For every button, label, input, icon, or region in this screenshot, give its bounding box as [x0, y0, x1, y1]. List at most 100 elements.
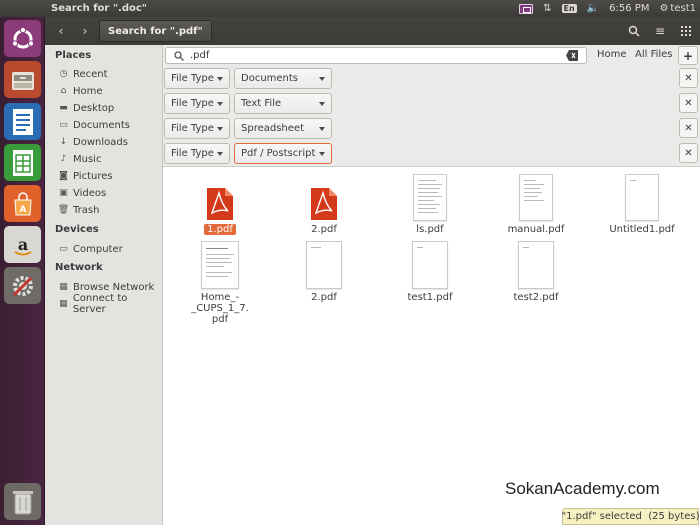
file-item[interactable]: test2.pdf: [490, 241, 582, 303]
trash-icon: 🗑: [57, 205, 70, 215]
file-name: 2.pdf: [311, 224, 337, 235]
sidebar-item-trash[interactable]: 🗑 Trash: [57, 202, 100, 218]
criteria-type-label: File Type: [171, 148, 214, 159]
launcher-writer[interactable]: [4, 103, 41, 140]
file-name: 2.pdf: [311, 292, 337, 303]
search-path-button[interactable]: Search for ".pdf": [99, 20, 212, 42]
pdf-thumbnail: [201, 241, 239, 289]
messaging-indicator-icon[interactable]: [519, 3, 534, 14]
file-item[interactable]: test1.pdf: [384, 241, 476, 303]
file-item[interactable]: 1.pdf: [174, 187, 266, 235]
criteria-type-select[interactable]: File Type: [164, 68, 230, 89]
back-button[interactable]: ‹: [51, 21, 71, 41]
document-icon: ▭: [59, 120, 68, 130]
file-item[interactable]: 2.pdf: [278, 187, 370, 235]
remove-criteria-button[interactable]: ✕: [679, 68, 698, 88]
sidebar-item-label: Recent: [73, 68, 108, 80]
search-button[interactable]: [622, 21, 646, 41]
keyboard-layout-indicator[interactable]: En: [561, 4, 577, 13]
pdf-thumbnail: [413, 174, 447, 221]
film-icon: ▣: [59, 188, 68, 198]
window-title: Search for ".doc": [51, 3, 148, 14]
header-bar: ‹ › Search for ".pdf" ≡: [45, 17, 700, 45]
file-item[interactable]: ls.pdf: [384, 174, 476, 235]
indicator-tray: ⇅ En 🔈 6:56 PM ⚙ test1: [509, 3, 696, 14]
search-input[interactable]: .pdf: [165, 47, 587, 64]
main-view: .pdf Home All Files + File Type Document…: [163, 45, 700, 525]
file-name: ls.pdf: [416, 224, 444, 235]
chevron-left-icon: ‹: [58, 24, 64, 38]
add-criteria-button[interactable]: +: [678, 46, 698, 65]
clear-search-icon[interactable]: [566, 50, 578, 61]
sidebar-item-computer[interactable]: ▭ Computer: [58, 241, 122, 257]
scope-all-files-button[interactable]: All Files: [635, 49, 673, 60]
criteria-value-select[interactable]: Documents: [234, 68, 332, 89]
clock[interactable]: 6:56 PM: [609, 3, 649, 14]
close-icon: ✕: [684, 147, 693, 159]
network-heading: Network: [55, 262, 103, 273]
session-gear-icon[interactable]: ⚙: [659, 3, 668, 14]
file-item[interactable]: Home_-_CUPS_1_7. pdf: [174, 241, 266, 325]
volume-icon[interactable]: 🔈: [587, 3, 599, 14]
launcher-calc[interactable]: [4, 144, 41, 181]
sidebar-item-downloads[interactable]: ↓ Downloads: [58, 134, 128, 150]
shopping-bag-icon: A: [13, 191, 32, 215]
search-query: .pdf: [190, 50, 210, 61]
criteria-value-label: Text File: [241, 98, 282, 109]
status-bar: "1.pdf" selected (25 bytes): [562, 508, 699, 525]
scope-home-button[interactable]: Home: [597, 49, 627, 60]
launcher-trash[interactable]: [4, 483, 41, 520]
list-view-button[interactable]: ≡: [648, 21, 672, 41]
launcher-software-center[interactable]: A: [4, 185, 41, 222]
launcher-system-settings[interactable]: [4, 267, 41, 304]
search-icon: [628, 25, 640, 37]
folder-icon: ▬: [59, 103, 68, 113]
sidebar-item-documents[interactable]: ▭ Documents: [58, 117, 130, 133]
dash-home-button[interactable]: [4, 20, 41, 57]
criteria-value-select[interactable]: Spreadsheet: [234, 118, 332, 139]
criteria-type-select[interactable]: File Type: [164, 93, 230, 114]
pdf-thumbnail: [519, 174, 553, 221]
file-name: manual.pdf: [507, 224, 565, 235]
sidebar-item-home[interactable]: ⌂ Home: [58, 83, 103, 99]
drive-icon: ▭: [59, 244, 68, 254]
pdf-thumbnail: [625, 174, 659, 221]
pdf-file-icon: [207, 188, 233, 220]
sidebar-item-connect-to-server[interactable]: ▦ Connect to Server: [58, 293, 162, 315]
file-item[interactable]: manual.pdf: [490, 174, 582, 235]
sidebar-item-music[interactable]: ♪ Music: [58, 151, 102, 167]
camera-icon: ◙: [59, 171, 68, 181]
chevron-right-icon: ›: [82, 24, 88, 38]
criteria-type-select[interactable]: File Type: [164, 143, 230, 164]
criteria-value-select[interactable]: Pdf / Postscript: [234, 143, 332, 164]
server-icon: ▦: [59, 299, 68, 309]
sidebar-item-label: Music: [73, 153, 102, 165]
criteria-type-label: File Type: [171, 98, 214, 109]
sidebar-item-pictures[interactable]: ◙ Pictures: [58, 168, 112, 184]
remove-criteria-button[interactable]: ✕: [679, 143, 698, 163]
pdf-file-icon: [311, 188, 337, 220]
remove-criteria-button[interactable]: ✕: [679, 93, 698, 113]
file-name: 1.pdf: [204, 224, 236, 235]
file-item[interactable]: Untitled1.pdf: [596, 174, 688, 235]
home-icon: ⌂: [60, 86, 67, 96]
user-name[interactable]: test1: [670, 3, 696, 14]
launcher-files[interactable]: [4, 61, 41, 98]
sidebar-item-recent[interactable]: ◷ Recent: [58, 66, 108, 82]
sidebar-item-label: Downloads: [73, 136, 128, 148]
svg-text:a: a: [17, 235, 27, 254]
network-transfer-icon[interactable]: ⇅: [543, 3, 551, 14]
launcher-amazon[interactable]: a: [4, 226, 41, 263]
forward-button[interactable]: ›: [75, 21, 95, 41]
dropdown-arrow-icon: [319, 102, 325, 106]
launcher: A a: [0, 17, 45, 525]
svg-text:A: A: [19, 205, 26, 215]
file-item[interactable]: 2.pdf: [278, 241, 370, 303]
criteria-type-select[interactable]: File Type: [164, 118, 230, 139]
criteria-value-select[interactable]: Text File: [234, 93, 332, 114]
remove-criteria-button[interactable]: ✕: [679, 118, 698, 138]
grid-view-button[interactable]: [674, 21, 698, 41]
sidebar-item-desktop[interactable]: ▬ Desktop: [58, 100, 114, 116]
sidebar-item-label: Desktop: [73, 102, 115, 114]
sidebar-item-videos[interactable]: ▣ Videos: [58, 185, 106, 201]
